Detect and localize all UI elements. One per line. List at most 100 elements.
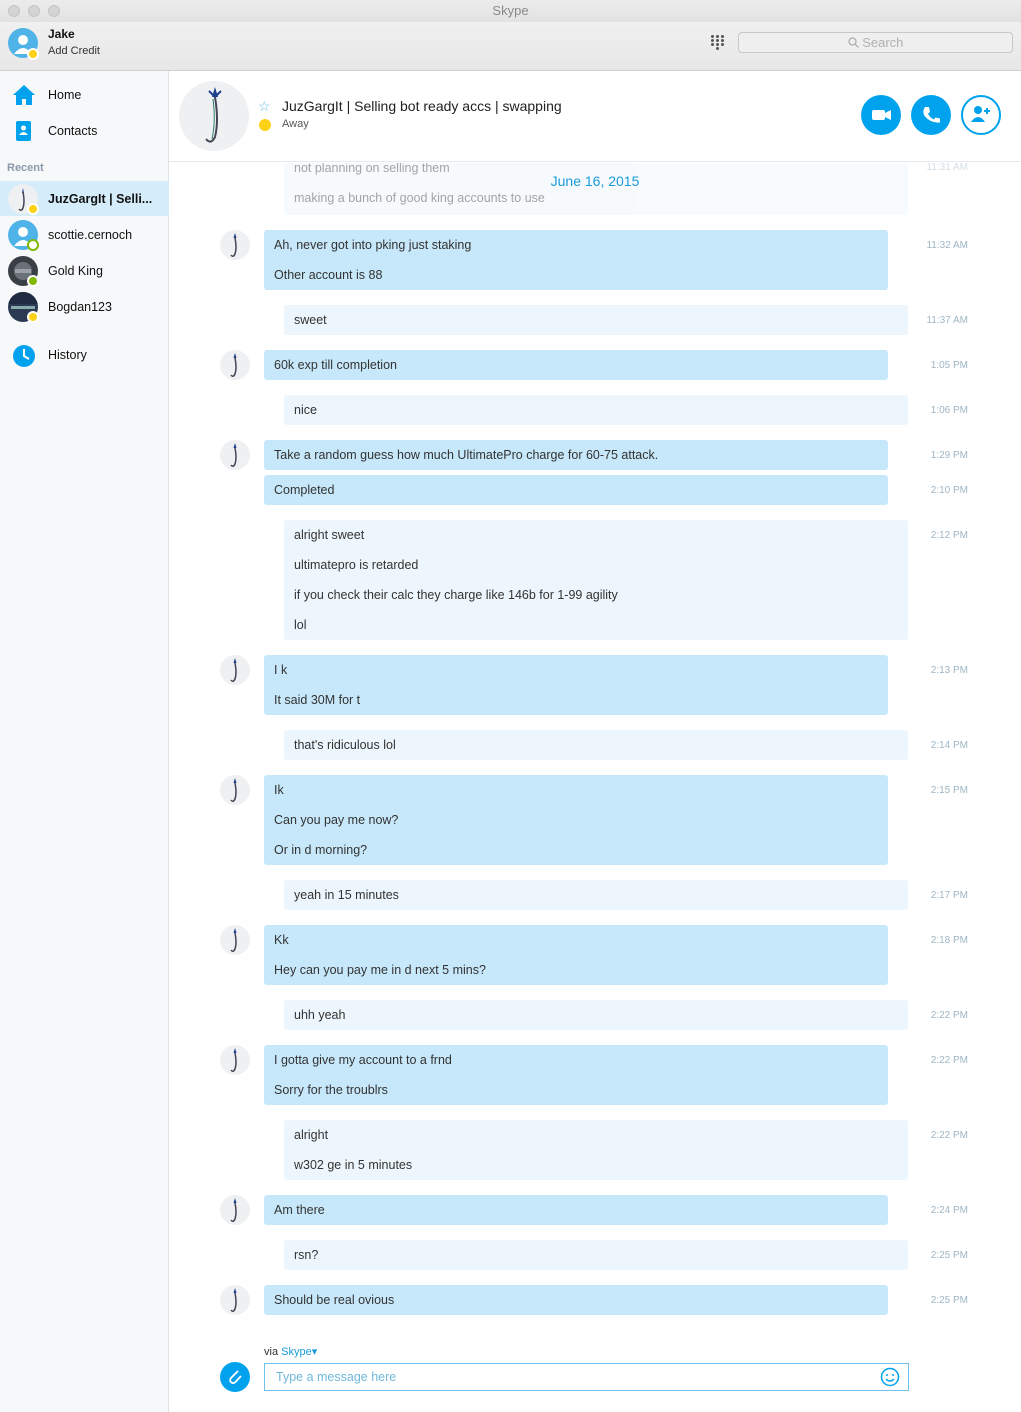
message-timestamp: 1:29 PM: [930, 450, 968, 461]
incoming-message[interactable]: Take a random guess how much UltimatePro…: [264, 440, 888, 470]
window-title: Skype: [492, 3, 529, 18]
add-participant-button[interactable]: [961, 95, 1001, 135]
emoticon-icon[interactable]: [880, 1367, 900, 1387]
message-list[interactable]: not planning on selling them making a bu…: [169, 163, 1021, 1341]
message-timestamp: 1:05 PM: [930, 360, 968, 371]
incoming-message[interactable]: 60k exp till completion: [264, 350, 888, 380]
outgoing-message[interactable]: yeah in 15 minutes: [284, 880, 908, 910]
conversation-header: ☆ JuzGargIt | Selling bot ready accs | s…: [169, 71, 1021, 162]
incoming-message[interactable]: Should be real ovious: [264, 1285, 888, 1315]
contact-avatar[interactable]: [220, 775, 250, 805]
message-text: sweet: [294, 313, 327, 327]
message-text: Can you pay me now?: [274, 813, 399, 827]
video-camera-icon: [872, 110, 891, 120]
outgoing-message[interactable]: rsn?: [284, 1240, 908, 1270]
message-text: nice: [294, 403, 317, 417]
message-text: I gotta give my account to a frnd: [274, 1053, 452, 1067]
incoming-message[interactable]: Completed: [264, 475, 888, 505]
contact-avatar[interactable]: [220, 230, 250, 260]
message-text: It said 30M for t: [274, 693, 361, 707]
juzgargit-avatar-icon: [230, 658, 237, 683]
away-status-icon: [259, 119, 271, 131]
message-timestamp: 2:18 PM: [930, 935, 968, 946]
message-timestamp: 1:06 PM: [930, 405, 968, 416]
message-text: I k: [274, 663, 288, 677]
message-timestamp: 2:13 PM: [930, 665, 968, 676]
chevron-down-icon[interactable]: ▾: [312, 1346, 318, 1358]
message-input[interactable]: [276, 1364, 866, 1390]
search-placeholder: Search: [862, 35, 904, 50]
message-text: Kk: [274, 933, 289, 947]
incoming-message[interactable]: I gotta give my account to a frnd Sorry f…: [264, 1045, 888, 1105]
message-bubble-partial: not planning on selling them making a bu…: [284, 163, 908, 215]
phone-icon: [923, 107, 940, 123]
sidebar-item-label: History: [48, 348, 87, 362]
online-status-icon: [27, 275, 39, 287]
sidebar-item-home[interactable]: Home: [0, 79, 169, 111]
sidebar-item-label: Home: [48, 88, 82, 102]
message-timestamp: 11:37 AM: [926, 315, 968, 326]
message-timestamp: 2:25 PM: [930, 1250, 968, 1261]
recent-item-juzgargit[interactable]: JuzGargIt | Selli...: [0, 181, 169, 216]
audio-call-button[interactable]: [911, 95, 951, 135]
add-credit-link[interactable]: Add Credit: [48, 45, 100, 57]
contact-avatar[interactable]: [220, 350, 250, 380]
favorite-star-icon[interactable]: ☆: [258, 98, 271, 115]
message-timestamp: 2:14 PM: [930, 740, 968, 751]
message-text: yeah in 15 minutes: [294, 888, 399, 902]
incoming-message[interactable]: Am there: [264, 1195, 888, 1225]
zoom-window-button[interactable]: [48, 5, 60, 17]
message-text: uhh yeah: [294, 1008, 346, 1022]
message-text: Should be real ovious: [274, 1293, 395, 1307]
top-bar: Jake Add Credit Search: [0, 22, 1021, 71]
outgoing-message[interactable]: alright w302 ge in 5 minutes: [284, 1120, 908, 1180]
recent-item-bogdan[interactable]: Bogdan123: [0, 289, 169, 324]
message-text: rsn?: [294, 1248, 319, 1262]
incoming-message[interactable]: Ah, never got into pking just staking Oth…: [264, 230, 888, 290]
message-text: Take a random guess how much UltimatePro…: [274, 448, 659, 462]
message-timestamp: 2:24 PM: [930, 1205, 968, 1216]
dialpad-icon[interactable]: [711, 35, 725, 51]
away-status-icon: [27, 311, 39, 323]
home-icon: [13, 85, 35, 105]
history-icon: [13, 345, 35, 367]
message-text: if you check their calc they charge like…: [294, 588, 618, 602]
message-timestamp: 2:17 PM: [930, 890, 968, 901]
recent-item-gold-king[interactable]: Gold King: [0, 253, 169, 288]
juzgargit-avatar-icon: [205, 87, 222, 143]
window-titlebar: Skype: [0, 0, 1021, 22]
sidebar-item-history[interactable]: History: [0, 339, 169, 371]
juzgargit-avatar-icon: [230, 443, 237, 468]
close-window-button[interactable]: [8, 5, 20, 17]
contact-avatar[interactable]: [220, 655, 250, 685]
sidebar-item-contacts[interactable]: Contacts: [0, 115, 169, 147]
contact-avatar[interactable]: [220, 925, 250, 955]
away-status-icon: [27, 48, 39, 60]
via-service-dropdown[interactable]: Skype: [281, 1346, 312, 1358]
outgoing-message[interactable]: alright sweet ultimatepro is retarded if y…: [284, 520, 908, 640]
contact-avatar[interactable]: [220, 440, 250, 470]
juzgargit-avatar-icon: [230, 778, 237, 803]
video-call-button[interactable]: [861, 95, 901, 135]
message-text: Hey can you pay me in d next 5 mins?: [274, 963, 486, 977]
profile-name[interactable]: Jake: [48, 27, 75, 41]
outgoing-message[interactable]: that's ridiculous lol: [284, 730, 908, 760]
message-text: Ah, never got into pking just staking: [274, 238, 472, 252]
recent-item-scottie[interactable]: scottie.cernoch: [0, 217, 169, 252]
incoming-message[interactable]: I k It said 30M for t: [264, 655, 888, 715]
contact-avatar[interactable]: [220, 1195, 250, 1225]
outgoing-message[interactable]: sweet: [284, 305, 908, 335]
search-field[interactable]: Search: [738, 32, 1013, 53]
minimize-window-button[interactable]: [28, 5, 40, 17]
message-text: Am there: [274, 1203, 325, 1217]
message-timestamp: 2:12 PM: [930, 530, 968, 541]
message-text: alright sweet: [294, 528, 365, 542]
outgoing-message[interactable]: nice: [284, 395, 908, 425]
outgoing-message[interactable]: uhh yeah: [284, 1000, 908, 1030]
contact-avatar[interactable]: [220, 1045, 250, 1075]
contact-avatar[interactable]: [220, 1285, 250, 1315]
attach-button[interactable]: [220, 1362, 250, 1392]
incoming-message[interactable]: Kk Hey can you pay me in d next 5 mins?: [264, 925, 888, 985]
incoming-message[interactable]: Ik Can you pay me now? Or in d morning?: [264, 775, 888, 865]
contact-avatar[interactable]: [179, 81, 249, 151]
